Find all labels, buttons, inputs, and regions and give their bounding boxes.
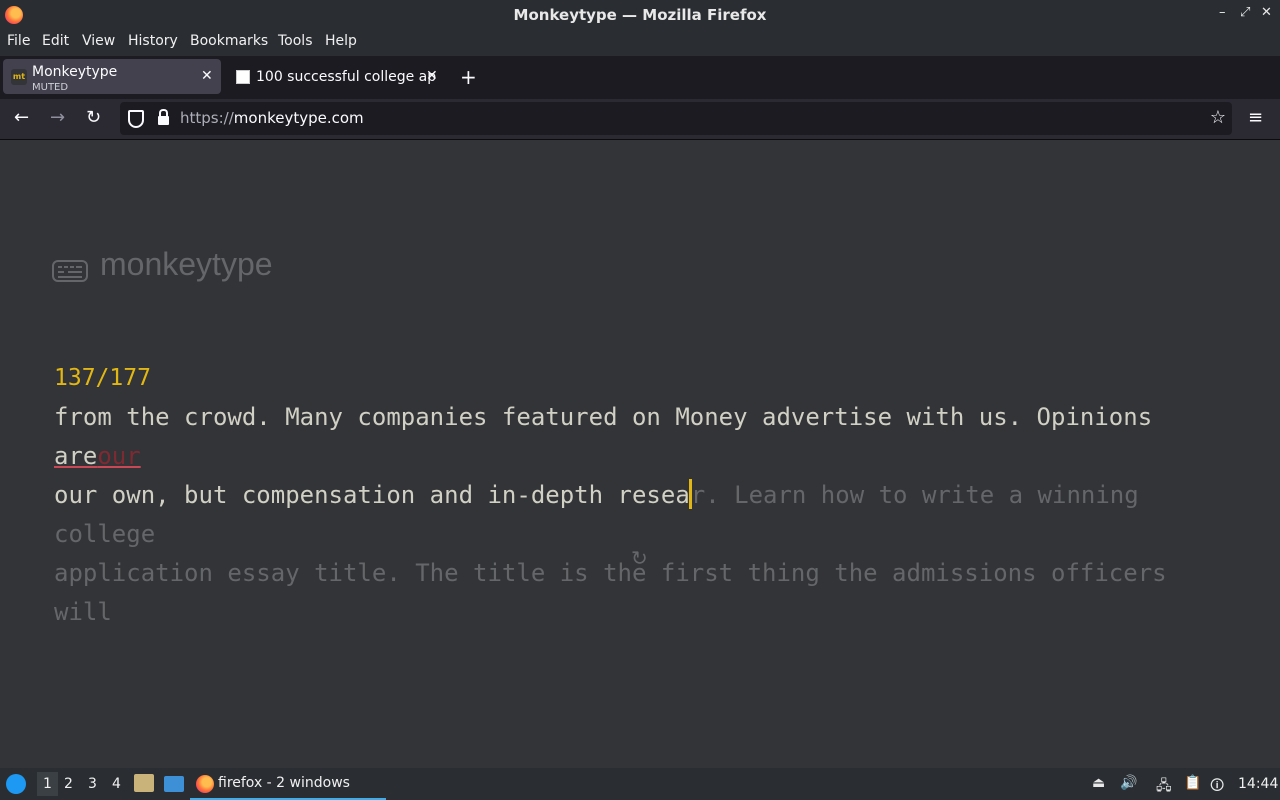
- workspace-3[interactable]: 3: [88, 776, 97, 792]
- menu-help[interactable]: Help: [325, 33, 357, 49]
- words-line-1: from the crowd. Many companies featured …: [54, 403, 1153, 470]
- new-tab-button[interactable]: +: [460, 65, 477, 89]
- forward-button[interactable]: →: [50, 107, 65, 128]
- tab-strip: mt Monkeytype MUTED ✕ 100 successful col…: [0, 56, 1280, 99]
- tab-muted-label[interactable]: MUTED: [32, 82, 68, 93]
- desktop-icon[interactable]: [164, 776, 184, 792]
- lock-icon[interactable]: [158, 109, 169, 125]
- menu-file[interactable]: File: [7, 33, 30, 49]
- bookmark-star-icon[interactable]: ☆: [1210, 107, 1226, 128]
- tab-monkeytype[interactable]: mt Monkeytype MUTED ✕: [3, 59, 221, 94]
- navigation-toolbar: ← → ↻ https://monkeytype.com ☆ ≡: [0, 99, 1280, 140]
- maximize-button[interactable]: ⤢: [1240, 5, 1250, 20]
- restart-test-icon[interactable]: ↻: [631, 546, 648, 570]
- words-line-2: our own, but compensation and in-depth r…: [54, 479, 1139, 548]
- logo-text: monkeytype: [100, 246, 273, 282]
- window-titlebar: Monkeytype — Mozilla Firefox – ⤢ ✕: [0, 0, 1280, 29]
- workspace-4[interactable]: 4: [112, 776, 121, 792]
- back-button[interactable]: ←: [14, 107, 29, 128]
- site-favicon: [236, 70, 250, 84]
- close-window-button[interactable]: ✕: [1261, 5, 1272, 20]
- menu-view[interactable]: View: [82, 33, 115, 49]
- workspace-1[interactable]: 1: [37, 772, 58, 796]
- minimize-button[interactable]: –: [1219, 5, 1226, 20]
- tab-college-essays[interactable]: 100 successful college application essay…: [233, 59, 443, 94]
- close-tab-icon[interactable]: ✕: [201, 68, 213, 84]
- reload-button[interactable]: ↻: [86, 107, 101, 128]
- word-counter: 137/177: [54, 365, 151, 391]
- page-content: monkeytype 137/177 from the crowd. Many …: [0, 140, 1280, 768]
- system-taskbar: 1 2 3 4 firefox - 2 windows ⏏ 🔊 🖧 📋 🛈 14…: [0, 768, 1280, 800]
- clipboard-icon[interactable]: 📋: [1184, 775, 1201, 791]
- eject-icon[interactable]: ⏏: [1092, 775, 1105, 791]
- file-manager-icon[interactable]: [134, 774, 154, 792]
- firefox-icon: [196, 775, 214, 793]
- taskbar-window-label: firefox - 2 windows: [218, 775, 350, 791]
- volume-icon[interactable]: 🔊: [1120, 775, 1137, 791]
- workspace-2[interactable]: 2: [64, 776, 73, 792]
- menu-edit[interactable]: Edit: [42, 33, 69, 49]
- typing-test-words[interactable]: from the crowd. Many companies featured …: [54, 398, 1234, 632]
- app-menu-button[interactable]: ≡: [1248, 107, 1263, 128]
- window-title: Monkeytype — Mozilla Firefox: [513, 6, 767, 24]
- address-bar[interactable]: https://monkeytype.com ☆: [120, 102, 1232, 135]
- network-icon[interactable]: 🖧: [1156, 775, 1172, 799]
- keyboard-logo-icon: [52, 260, 88, 282]
- tab-title: 100 successful college application essay…: [256, 69, 436, 85]
- clock[interactable]: 14:44: [1238, 776, 1278, 792]
- application-launcher-icon[interactable]: [6, 774, 26, 794]
- close-tab-icon[interactable]: ✕: [426, 68, 438, 84]
- menubar: File Edit View History Bookmarks Tools H…: [0, 29, 1280, 56]
- menu-tools[interactable]: Tools: [278, 33, 313, 49]
- menu-bookmarks[interactable]: Bookmarks: [190, 33, 268, 49]
- firefox-taskbar-button[interactable]: firefox - 2 windows: [190, 770, 386, 800]
- menu-history[interactable]: History: [128, 33, 178, 49]
- notification-icon[interactable]: 🛈: [1210, 775, 1224, 799]
- tab-title: Monkeytype: [32, 64, 118, 80]
- tracking-protection-icon[interactable]: [128, 110, 144, 128]
- url-text[interactable]: https://monkeytype.com: [180, 109, 364, 127]
- error-word: areour: [54, 442, 141, 470]
- monkeytype-favicon: mt: [11, 69, 27, 85]
